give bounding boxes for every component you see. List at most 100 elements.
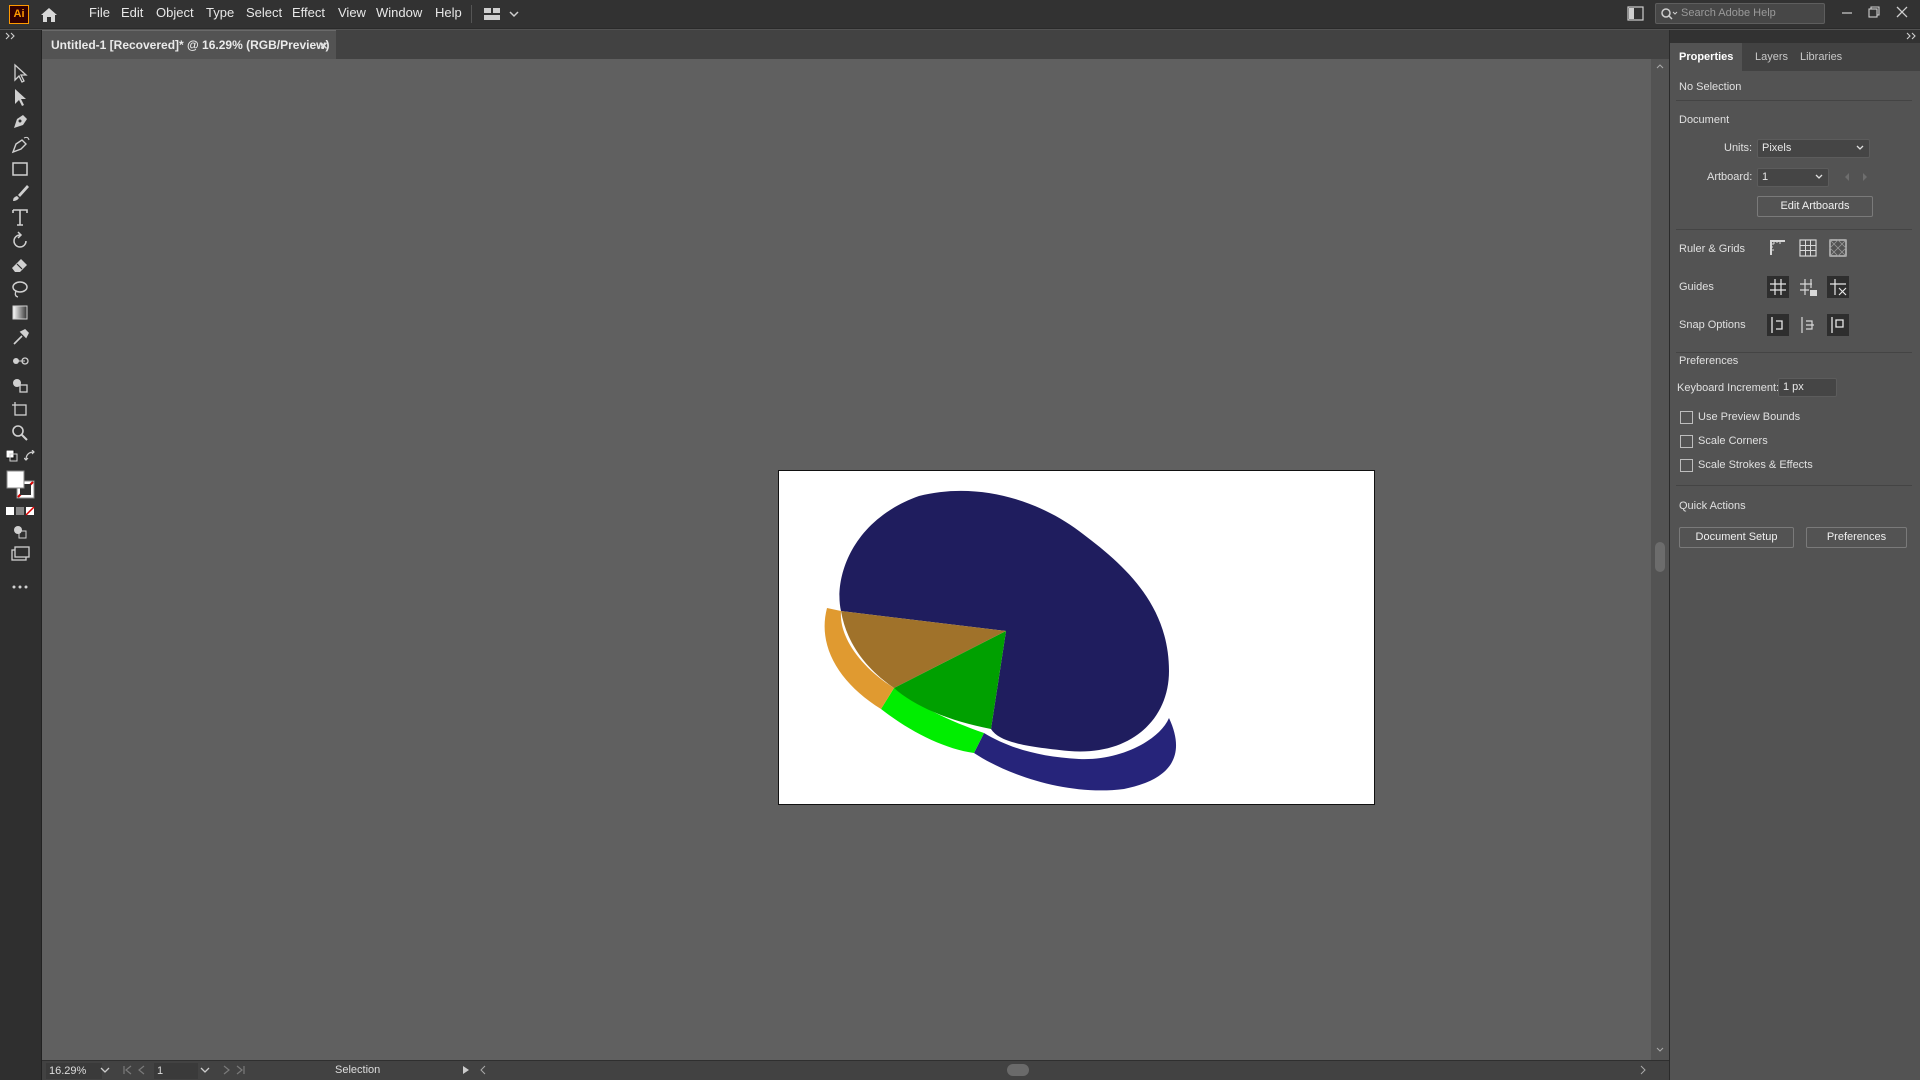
snap-to-grid-icon[interactable]	[1797, 314, 1819, 336]
gradient-tool[interactable]	[8, 302, 32, 324]
keyboard-increment-field[interactable]: 1 px	[1778, 378, 1837, 397]
vertical-scroll-thumb[interactable]	[1655, 542, 1665, 572]
panel-dock-strip	[1670, 30, 1920, 43]
menu-select[interactable]: Select	[246, 0, 282, 29]
collapse-arrows-icon[interactable]	[5, 32, 17, 40]
scroll-left-icon[interactable]	[479, 1065, 487, 1075]
scale-corners-checkbox[interactable]	[1680, 435, 1693, 448]
menu-edit[interactable]: Edit	[121, 0, 143, 29]
artboard-value: 1	[1762, 171, 1769, 183]
restore-icon[interactable]	[1865, 3, 1883, 21]
draw-mode-tool[interactable]	[8, 520, 32, 542]
close-window-icon[interactable]	[1893, 3, 1911, 21]
artboard[interactable]	[778, 470, 1375, 805]
snap-to-point-icon[interactable]	[1767, 314, 1789, 336]
rotate-tool[interactable]	[8, 230, 32, 252]
snap-to-pixel-icon[interactable]	[1827, 314, 1849, 336]
selection-tool[interactable]	[8, 62, 32, 84]
document-tab[interactable]: Untitled-1 [Recovered]* @ 16.29% (RGB/Pr…	[42, 30, 336, 59]
tab-libraries[interactable]: Libraries	[1791, 43, 1851, 71]
rulers-icon[interactable]	[1767, 237, 1789, 259]
panel-tab-bar: Properties Layers Libraries	[1670, 43, 1920, 71]
show-guides-icon[interactable]	[1767, 276, 1789, 298]
direct-selection-tool[interactable]	[8, 86, 32, 108]
more-tools-icon[interactable]	[8, 576, 32, 598]
home-icon[interactable]	[38, 4, 60, 26]
menu-divider	[471, 5, 472, 23]
blend-tool[interactable]	[8, 350, 32, 372]
grid-icon[interactable]	[1797, 237, 1819, 259]
menu-file[interactable]: File	[89, 0, 110, 29]
document-heading: Document	[1679, 114, 1730, 126]
rectangle-tool[interactable]	[8, 158, 32, 180]
horizontal-scroll-thumb[interactable]	[1007, 1064, 1029, 1076]
eraser-tool[interactable]	[8, 254, 32, 276]
tools-panel	[0, 30, 42, 1080]
document-setup-button[interactable]: Document Setup	[1679, 527, 1794, 548]
artboard-next-arrow-icon[interactable]	[1861, 172, 1869, 182]
fill-stroke-swatch[interactable]	[6, 470, 36, 500]
color-mode-buttons[interactable]	[6, 505, 36, 516]
zoom-dropdown-icon[interactable]	[100, 1066, 110, 1074]
eyedropper-tool[interactable]	[8, 326, 32, 348]
shape-builder-tool[interactable]	[8, 374, 32, 396]
scale-strokes-effects-checkbox[interactable]	[1680, 459, 1693, 472]
chevron-down-icon[interactable]	[508, 8, 520, 20]
search-placeholder: Search Adobe Help	[1681, 7, 1776, 19]
menu-effect[interactable]: Effect	[292, 0, 325, 29]
curvature-tool[interactable]	[8, 134, 32, 156]
preferences-button[interactable]: Preferences	[1806, 527, 1907, 548]
search-input[interactable]: Search Adobe Help	[1655, 3, 1825, 24]
artboard-label: Artboard:	[1707, 171, 1753, 183]
artboard-dropdown[interactable]: 1	[1757, 168, 1829, 187]
canvas[interactable]	[42, 59, 1651, 1060]
edit-artboards-button[interactable]: Edit Artboards	[1757, 196, 1873, 217]
units-label: Units:	[1724, 142, 1753, 154]
zoom-tool[interactable]	[8, 422, 32, 444]
artboard-tool[interactable]	[8, 398, 32, 420]
artboard-prev-arrow-icon[interactable]	[1843, 172, 1851, 182]
menu-help[interactable]: Help	[435, 0, 462, 29]
status-menu-icon[interactable]	[462, 1065, 470, 1075]
lasso-tool[interactable]	[8, 278, 32, 300]
artboard-dropdown-icon[interactable]	[200, 1066, 210, 1074]
panel-toggle-icon[interactable]	[1627, 6, 1644, 21]
scroll-up-icon[interactable]	[1656, 63, 1664, 69]
artboard-number-field[interactable]: 1	[154, 1063, 198, 1079]
artboard-next-icon[interactable]	[218, 1065, 246, 1075]
type-tool[interactable]	[8, 206, 32, 228]
swap-colors-icon[interactable]	[23, 449, 36, 462]
divider	[1676, 229, 1912, 230]
menu-window[interactable]: Window	[376, 0, 422, 29]
scroll-right-icon[interactable]	[1639, 1065, 1647, 1075]
menu-view[interactable]: View	[338, 0, 366, 29]
zoom-field[interactable]: 16.29%	[46, 1063, 102, 1079]
units-dropdown[interactable]: Pixels	[1757, 139, 1870, 158]
use-preview-bounds-checkbox[interactable]	[1680, 411, 1693, 424]
tab-layers[interactable]: Layers	[1746, 43, 1797, 71]
pie-artwork[interactable]	[779, 471, 1376, 806]
tab-properties[interactable]: Properties	[1670, 43, 1743, 71]
menu-type[interactable]: Type	[206, 0, 234, 29]
use-preview-bounds-label: Use Preview Bounds	[1698, 411, 1801, 423]
app-logo: Ai	[9, 5, 29, 24]
pen-tool[interactable]	[8, 110, 32, 132]
guides-label: Guides	[1679, 281, 1714, 293]
chevron-down-icon	[1815, 174, 1823, 179]
lock-guides-icon[interactable]	[1797, 276, 1819, 298]
paintbrush-tool[interactable]	[8, 182, 32, 204]
current-tool-label: Selection	[335, 1064, 381, 1076]
artboard-prev-icon[interactable]	[122, 1065, 150, 1075]
divider	[1676, 100, 1912, 101]
vertical-scrollbar[interactable]	[1651, 59, 1669, 1060]
scroll-down-icon[interactable]	[1656, 1047, 1664, 1053]
menu-object[interactable]: Object	[156, 0, 194, 29]
workspace-switcher-icon[interactable]	[483, 6, 501, 22]
minimize-icon[interactable]	[1838, 3, 1856, 21]
screen-mode-tool[interactable]	[8, 544, 32, 566]
transparency-grid-icon[interactable]	[1827, 237, 1849, 259]
collapse-panel-icon[interactable]	[1906, 32, 1918, 40]
default-colors-icon[interactable]	[5, 449, 18, 462]
close-icon[interactable]: ×	[320, 38, 328, 53]
smart-guides-icon[interactable]	[1827, 276, 1849, 298]
